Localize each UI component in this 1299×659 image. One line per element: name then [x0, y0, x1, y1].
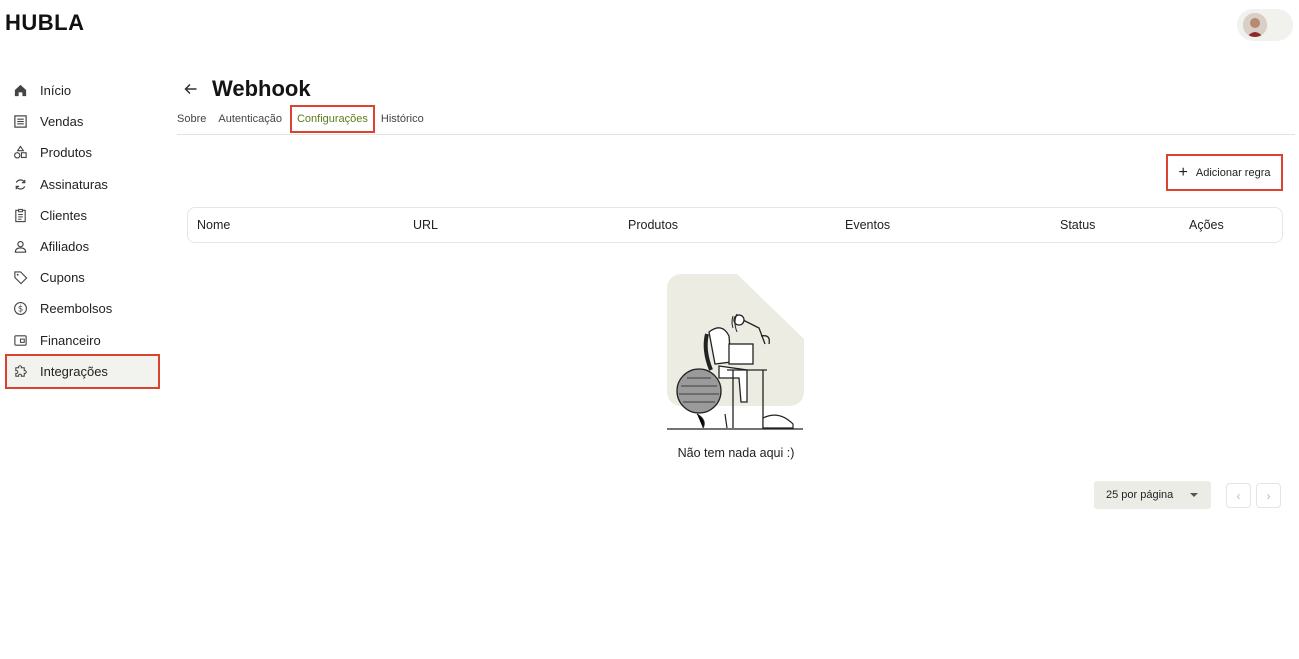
- page-header: Webhook: [177, 74, 1295, 104]
- page-size-select[interactable]: 25 por página: [1094, 481, 1211, 509]
- sidebar-item-vendas[interactable]: Vendas: [0, 106, 165, 137]
- column-header-nome: Nome: [197, 218, 231, 232]
- sidebar: Início Vendas Produtos Assinaturas Clien…: [0, 75, 165, 389]
- sidebar-item-label: Vendas: [40, 114, 84, 130]
- column-header-url: URL: [413, 218, 439, 232]
- sidebar-item-cupons[interactable]: Cupons: [0, 262, 165, 293]
- plus-icon: +: [1178, 163, 1188, 181]
- sidebar-item-label: Financeiro: [40, 332, 101, 348]
- empty-state-message: Não tem nada aqui :): [677, 446, 795, 460]
- empty-state-illustration: [667, 274, 807, 434]
- sidebar-item-label: Reembolsos: [40, 301, 113, 317]
- home-icon: [12, 83, 28, 99]
- tab-bar: Sobre Autenticação Configurações Históri…: [177, 104, 1295, 135]
- dollar-circle-icon: $: [12, 301, 28, 317]
- svg-text:$: $: [17, 304, 22, 314]
- column-header-status: Status: [1060, 218, 1096, 232]
- avatar: [1243, 13, 1267, 37]
- hubla-logo[interactable]: HUBLA: [5, 10, 85, 36]
- tab-sobre[interactable]: Sobre: [177, 110, 206, 128]
- chevron-left-icon: ‹: [1236, 488, 1241, 503]
- list-icon: [12, 114, 28, 130]
- tab-historico[interactable]: Histórico: [381, 110, 424, 128]
- sidebar-item-clientes[interactable]: Clientes: [0, 200, 165, 231]
- shapes-icon: [12, 145, 28, 161]
- prev-page-button[interactable]: ‹: [1226, 483, 1251, 508]
- clipboard-icon: [12, 207, 28, 223]
- column-header-eventos: Eventos: [845, 218, 891, 232]
- sidebar-item-afiliados[interactable]: Afiliados: [0, 231, 165, 262]
- column-header-acoes: Ações: [1189, 218, 1224, 232]
- tab-autenticacao[interactable]: Autenticação: [218, 110, 282, 128]
- main-content: Webhook Sobre Autenticação Configurações…: [177, 74, 1295, 509]
- sidebar-item-label: Cupons: [40, 270, 85, 286]
- add-rule-button[interactable]: + Adicionar regra: [1166, 154, 1283, 191]
- sidebar-item-financeiro[interactable]: Financeiro: [0, 325, 165, 356]
- chevron-right-icon: ›: [1266, 488, 1271, 503]
- sidebar-item-assinaturas[interactable]: Assinaturas: [0, 169, 165, 200]
- sidebar-item-produtos[interactable]: Produtos: [0, 137, 165, 168]
- user-icon: [12, 239, 28, 255]
- wallet-icon: [12, 332, 28, 348]
- page-size-label: 25 por página: [1106, 489, 1174, 501]
- sidebar-item-reembolsos[interactable]: $ Reembolsos: [0, 293, 165, 324]
- column-header-produtos: Produtos: [628, 218, 679, 232]
- sidebar-item-label: Integrações: [40, 363, 108, 379]
- page-title: Webhook: [212, 76, 311, 101]
- sidebar-item-label: Afiliados: [40, 239, 90, 255]
- next-page-button[interactable]: ›: [1256, 483, 1281, 508]
- caret-down-icon: [1190, 493, 1198, 497]
- sidebar-item-label: Início: [40, 83, 72, 99]
- tag-icon: [12, 270, 28, 286]
- table-header: Nome URL Produtos Eventos Status Ações: [187, 207, 1283, 243]
- sidebar-item-inicio[interactable]: Início: [0, 75, 165, 106]
- arrow-left-icon[interactable]: [180, 78, 202, 100]
- puzzle-icon: [12, 363, 28, 379]
- sidebar-item-label: Produtos: [40, 145, 93, 161]
- sidebar-item-label: Assinaturas: [40, 176, 108, 192]
- sidebar-item-label: Clientes: [40, 207, 87, 223]
- add-rule-label: Adicionar regra: [1195, 166, 1271, 179]
- refresh-icon: [12, 176, 28, 192]
- sidebar-item-integracoes[interactable]: Integrações: [5, 353, 160, 389]
- user-menu[interactable]: [1237, 9, 1293, 41]
- tab-configuracoes[interactable]: Configurações: [289, 105, 375, 133]
